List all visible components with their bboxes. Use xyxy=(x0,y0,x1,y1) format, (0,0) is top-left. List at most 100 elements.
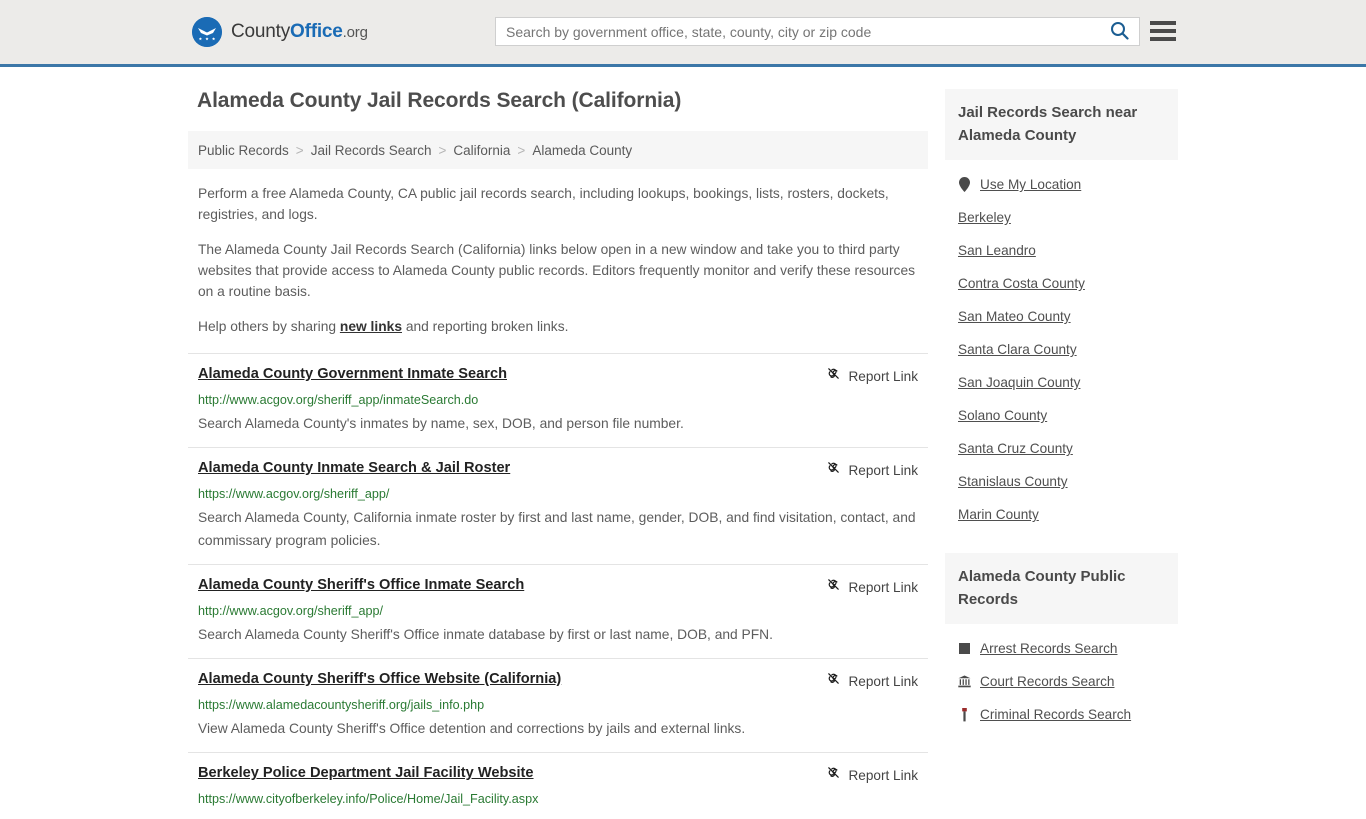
sidebar-item-arrest-records-search[interactable]: Arrest Records Search xyxy=(945,632,1178,665)
report-link-label: Report Link xyxy=(848,579,918,595)
sidebar-link-label[interactable]: San Mateo County xyxy=(958,309,1071,324)
breadcrumb-item-public-records[interactable]: Public Records xyxy=(198,143,289,158)
sidebar-item-berkeley[interactable]: Berkeley xyxy=(945,201,1178,234)
report-link-label: Report Link xyxy=(848,767,918,783)
fingerprint-card-icon xyxy=(958,641,971,656)
search-button[interactable] xyxy=(1099,18,1139,45)
content-container: Alameda County Jail Records Search (Cali… xyxy=(188,89,1178,819)
sidebar-item-santa-cruz-county[interactable]: Santa Cruz County xyxy=(945,432,1178,465)
result-title-link[interactable]: Berkeley Police Department Jail Facility… xyxy=(198,764,534,782)
sidebar-item-court-records-search[interactable]: Court Records Search xyxy=(945,665,1178,698)
result-url: http://www.acgov.org/sheriff_app/inmateS… xyxy=(198,393,479,407)
eagle-stars-logo xyxy=(192,17,222,47)
search-input[interactable] xyxy=(496,18,1099,45)
sidebar-item-san-leandro[interactable]: San Leandro xyxy=(945,234,1178,267)
report-link-button[interactable]: Report Link xyxy=(826,459,918,480)
result-description: Search Alameda County Sheriff's Office i… xyxy=(198,627,773,642)
sidebar-link-label[interactable]: San Joaquin County xyxy=(958,375,1080,390)
sidebar-link-label[interactable]: Berkeley xyxy=(958,210,1011,225)
result-item: Alameda County Sheriff's Office Inmate S… xyxy=(188,564,928,658)
breadcrumb-separator-icon: > xyxy=(438,142,447,158)
sidebar-item-criminal-records-search[interactable]: Criminal Records Search xyxy=(945,698,1178,731)
report-link-button[interactable]: Report Link xyxy=(826,764,918,785)
sidebar-item-san-joaquin-county[interactable]: San Joaquin County xyxy=(945,366,1178,399)
result-header: Alameda County Inmate Search & Jail Rost… xyxy=(198,459,918,480)
result-description: Search Alameda County, California inmate… xyxy=(198,510,916,548)
hamburger-menu-icon[interactable] xyxy=(1150,20,1176,42)
broken-link-icon xyxy=(826,460,841,480)
result-title-link[interactable]: Alameda County Sheriff's Office Inmate S… xyxy=(198,576,524,594)
gavel-icon xyxy=(958,707,971,722)
result-item: Alameda County Inmate Search & Jail Rost… xyxy=(188,447,928,564)
sidebar-link-label[interactable]: Santa Clara County xyxy=(958,342,1077,357)
sidebar-link-label[interactable]: San Leandro xyxy=(958,243,1036,258)
result-url: https://www.cityofberkeley.info/Police/H… xyxy=(198,792,539,806)
brand-part-county: County xyxy=(231,21,291,42)
sidebar-link-label[interactable]: Marin County xyxy=(958,507,1039,522)
breadcrumb-item-alameda-county[interactable]: Alameda County xyxy=(532,143,632,158)
report-link-button[interactable]: Report Link xyxy=(826,670,918,691)
sidebar-nearby-list: Use My Location Berkeley San Leandro Con… xyxy=(945,160,1178,531)
courthouse-icon xyxy=(958,674,971,689)
result-title-link[interactable]: Alameda County Inmate Search & Jail Rost… xyxy=(198,459,510,477)
results-list: Alameda County Government Inmate Search xyxy=(188,353,928,819)
result-title-link[interactable]: Alameda County Sheriff's Office Website … xyxy=(198,670,561,688)
sidebar-link-label[interactable]: Solano County xyxy=(958,408,1047,423)
report-link-button[interactable]: Report Link xyxy=(826,576,918,597)
brand-part-office: Office xyxy=(290,21,343,42)
result-header: Berkeley Police Department Jail Facility… xyxy=(198,764,918,785)
sidebar-link-label[interactable]: Santa Cruz County xyxy=(958,441,1073,456)
sidebar-public-records-box: Alameda County Public Records Arrest Rec… xyxy=(945,553,1178,731)
report-link-label: Report Link xyxy=(848,673,918,689)
broken-link-icon xyxy=(826,577,841,597)
sidebar-item-use-my-location[interactable]: Use My Location xyxy=(945,168,1178,201)
breadcrumb-separator-icon: > xyxy=(295,142,304,158)
intro-paragraph-2: The Alameda County Jail Records Search (… xyxy=(198,242,916,299)
sidebar-item-san-mateo-county[interactable]: San Mateo County xyxy=(945,300,1178,333)
result-item: Berkeley Police Department Jail Facility… xyxy=(188,752,928,819)
result-item: Alameda County Government Inmate Search xyxy=(188,353,928,447)
intro-p3-after: and reporting broken links. xyxy=(402,319,569,334)
hamburger-bar xyxy=(1150,21,1176,25)
hamburger-bar xyxy=(1150,29,1176,33)
sidebar-item-contra-costa-county[interactable]: Contra Costa County xyxy=(945,267,1178,300)
sidebar: Jail Records Search near Alameda County … xyxy=(945,89,1178,731)
broken-link-icon xyxy=(826,765,841,785)
hamburger-bar xyxy=(1150,37,1176,41)
intro-text: Perform a free Alameda County, CA public… xyxy=(188,183,928,337)
brand-wordmark: CountyOffice.org xyxy=(231,21,368,43)
intro-p3-before: Help others by sharing xyxy=(198,319,340,334)
page-body: Alameda County Jail Records Search (Cali… xyxy=(0,67,1366,819)
breadcrumb-item-jail-records-search[interactable]: Jail Records Search xyxy=(311,143,432,158)
result-title-link[interactable]: Alameda County Government Inmate Search xyxy=(198,365,507,383)
sidebar-link-label[interactable]: Stanislaus County xyxy=(958,474,1068,489)
report-link-button[interactable]: Report Link xyxy=(826,365,918,386)
result-header: Alameda County Sheriff's Office Website … xyxy=(198,670,918,691)
page-title: Alameda County Jail Records Search (Cali… xyxy=(197,89,682,112)
sidebar-link-label[interactable]: Criminal Records Search xyxy=(980,707,1131,722)
sidebar-nearby-title: Jail Records Search near Alameda County xyxy=(945,89,1178,160)
breadcrumb-separator-icon: > xyxy=(517,142,526,158)
sidebar-public-records-list: Arrest Records Search Court Records Sear… xyxy=(945,624,1178,731)
breadcrumb: Public Records > Jail Records Search > C… xyxy=(188,131,928,169)
intro-paragraph-3: Help others by sharing new links and rep… xyxy=(198,316,918,337)
site-logo-link[interactable]: CountyOffice.org xyxy=(192,17,368,47)
sidebar-item-marin-county[interactable]: Marin County xyxy=(945,498,1178,531)
sidebar-link-label[interactable]: Court Records Search xyxy=(980,674,1114,689)
broken-link-icon xyxy=(826,366,841,386)
map-pin-icon xyxy=(958,177,971,192)
result-url: https://www.acgov.org/sheriff_app/ xyxy=(198,487,390,501)
new-links-link[interactable]: new links xyxy=(340,319,402,334)
sidebar-item-santa-clara-county[interactable]: Santa Clara County xyxy=(945,333,1178,366)
sidebar-link-label[interactable]: Use My Location xyxy=(980,177,1081,192)
sidebar-item-stanislaus-county[interactable]: Stanislaus County xyxy=(945,465,1178,498)
brand-part-org: .org xyxy=(342,24,368,41)
result-description: Search Alameda County's inmates by name,… xyxy=(198,416,684,431)
sidebar-link-label[interactable]: Arrest Records Search xyxy=(980,641,1118,656)
sidebar-public-records-title: Alameda County Public Records xyxy=(945,553,1178,624)
sidebar-item-solano-county[interactable]: Solano County xyxy=(945,399,1178,432)
result-item: Alameda County Sheriff's Office Website … xyxy=(188,658,928,752)
breadcrumb-item-california[interactable]: California xyxy=(453,143,510,158)
sidebar-link-label[interactable]: Contra Costa County xyxy=(958,276,1085,291)
report-link-label: Report Link xyxy=(848,368,918,384)
